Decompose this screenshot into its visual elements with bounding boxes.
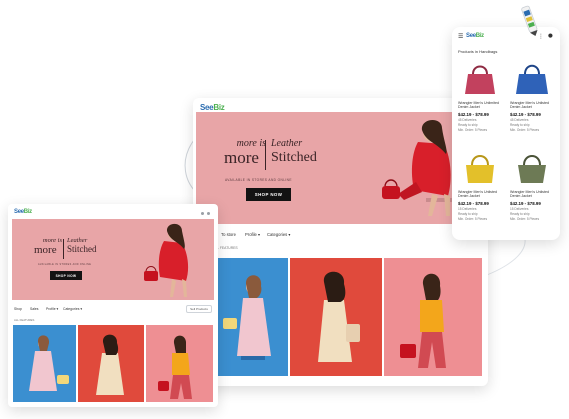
hero-subtitle: AVAILABLE IN STORES AND ONLINE — [225, 178, 292, 182]
laptop-nav-sales[interactable]: Sales — [30, 307, 38, 311]
product-meta: Ready to ship — [510, 211, 530, 216]
laptop-nav-profile[interactable]: Profile ▾ — [46, 307, 58, 311]
desktop-nav-store[interactable]: To store — [221, 232, 236, 237]
product-meta: 45 Deliveries — [510, 117, 529, 122]
window-dot[interactable] — [201, 212, 204, 215]
olive-handbag-image — [518, 155, 546, 183]
product-card[interactable]: Wrangler Men's Unlisted Denim Jacket $42… — [510, 58, 554, 132]
model-blue-backdrop-image-small — [13, 325, 76, 402]
hero-leather: Leather — [271, 138, 303, 149]
showcase-stage: SeeBiz more is more Leather Stitched AVA… — [0, 0, 569, 419]
laptop-browser-card: SeeBiz more is more Leather Stitched AVA… — [8, 204, 218, 407]
shop-now-button-small[interactable]: SHOP NOW — [50, 271, 82, 280]
blue-handbag-image — [516, 64, 548, 94]
product-image — [458, 58, 502, 98]
product-card[interactable]: Wrangler Men's Unlisted Denim Jacket $42… — [510, 147, 554, 221]
shop-now-button[interactable]: SHOP NOW — [246, 188, 291, 201]
hero-subtitle-small: AVAILABLE IN STORES AND ONLINE — [38, 263, 92, 266]
product-name: Wrangler Men's Unlisted Denim Jacket — [510, 190, 549, 199]
hero-more-small: more — [34, 244, 57, 256]
product-price: $42.19 - $78.99 — [510, 200, 541, 206]
stylus-icon — [521, 5, 538, 37]
hero-more: more — [224, 148, 259, 167]
product-name: Wrangler Men's Unlisted Denim Jacket — [510, 101, 549, 110]
window-controls[interactable] — [201, 212, 210, 215]
window-dot[interactable] — [207, 212, 210, 215]
sell-products-button[interactable]: Sell Products — [186, 305, 212, 313]
product-list-title: Products in Handbags — [458, 49, 498, 54]
brand-logo-mobile[interactable]: SeeBiz — [466, 33, 484, 39]
product-meta: Min. Order: 5 Pieces — [458, 127, 488, 132]
product-name: Wrangler Men's Unlisted Denim Jacket — [458, 190, 497, 199]
hero-leather-small: Leather — [67, 237, 88, 244]
product-image — [510, 58, 554, 98]
hero-stitched: Stitched — [271, 150, 317, 165]
laptop-photo-tile-3[interactable] — [146, 325, 213, 402]
product-price: $42.19 - $78.99 — [458, 200, 489, 206]
desktop-photo-tile-1[interactable] — [217, 258, 288, 376]
product-meta: Ready to ship — [458, 122, 478, 127]
hero-banner-small: more is more Leather Stitched AVAILABLE … — [12, 219, 214, 300]
product-card[interactable]: Wrangler Men's Unlisted Denim Jacket $42… — [458, 147, 502, 221]
hero-more-is-small: more is — [42, 237, 62, 244]
model-pink-backdrop-image — [384, 258, 482, 376]
product-price: $42.19 - $78.99 — [510, 111, 541, 117]
desktop-nav-categories[interactable]: Categories ▾ — [267, 232, 291, 237]
model-blue-backdrop-image — [217, 258, 288, 376]
product-card[interactable]: Wrangler Men's Unlimited Denim Jacket $4… — [458, 58, 502, 132]
laptop-nav-shop[interactable]: Shop — [14, 307, 22, 311]
laptop-photo-tile-1[interactable] — [13, 325, 76, 402]
desktop-browser-card: SeeBiz more is more Leather Stitched AVA… — [193, 98, 488, 386]
pink-handbag-image — [465, 65, 495, 94]
desktop-nav-profile[interactable]: Profile ▾ — [245, 232, 260, 237]
model-red-backdrop-image-small — [78, 325, 144, 402]
product-image — [510, 147, 554, 187]
product-meta: 45 Deliveries — [458, 117, 477, 122]
product-meta: Min. Order: 5 Pieces — [510, 127, 540, 132]
laptop-nav-categories[interactable]: Categories ▾ — [63, 307, 82, 311]
product-meta: Min. Order: 5 Pieces — [458, 216, 488, 221]
product-meta: Min. Order: 5 Pieces — [510, 216, 540, 221]
hero-banner: more is more Leather Stitched AVAILABLE … — [196, 112, 485, 224]
product-meta: 15 Deliveries — [510, 206, 529, 211]
brand-logo[interactable]: SeeBiz — [200, 103, 225, 112]
hero-divider — [265, 140, 266, 170]
laptop-photo-tile-2[interactable] — [78, 325, 144, 402]
model-red-backdrop-image — [290, 258, 382, 376]
laptop-section-label: ALL FEATURES — [14, 318, 35, 322]
product-meta: Ready to ship — [458, 211, 478, 216]
product-image — [458, 147, 502, 187]
product-name: Wrangler Men's Unlimited Denim Jacket — [458, 101, 499, 110]
model-pink-backdrop-image-small — [146, 325, 213, 402]
desktop-photo-tile-2[interactable] — [290, 258, 382, 376]
mobile-app-card: ☰ SeeBiz ⋮ ● Products in Handbags Wrangl… — [452, 27, 560, 240]
hamburger-icon[interactable]: ☰ — [458, 33, 463, 40]
user-icon[interactable]: ● — [548, 33, 553, 39]
yellow-handbag-image — [466, 155, 494, 183]
desktop-photo-tile-3[interactable] — [384, 258, 482, 376]
product-price: $42.19 - $78.99 — [458, 111, 489, 117]
product-meta: 15 Deliveries — [458, 206, 477, 211]
hero-divider-small — [63, 239, 64, 259]
brand-logo-small[interactable]: SeeBiz — [14, 209, 32, 215]
product-meta: Ready to ship — [510, 122, 530, 127]
hero-stitched-small: Stitched — [67, 244, 97, 254]
model-red-dress-image-small — [144, 223, 189, 297]
